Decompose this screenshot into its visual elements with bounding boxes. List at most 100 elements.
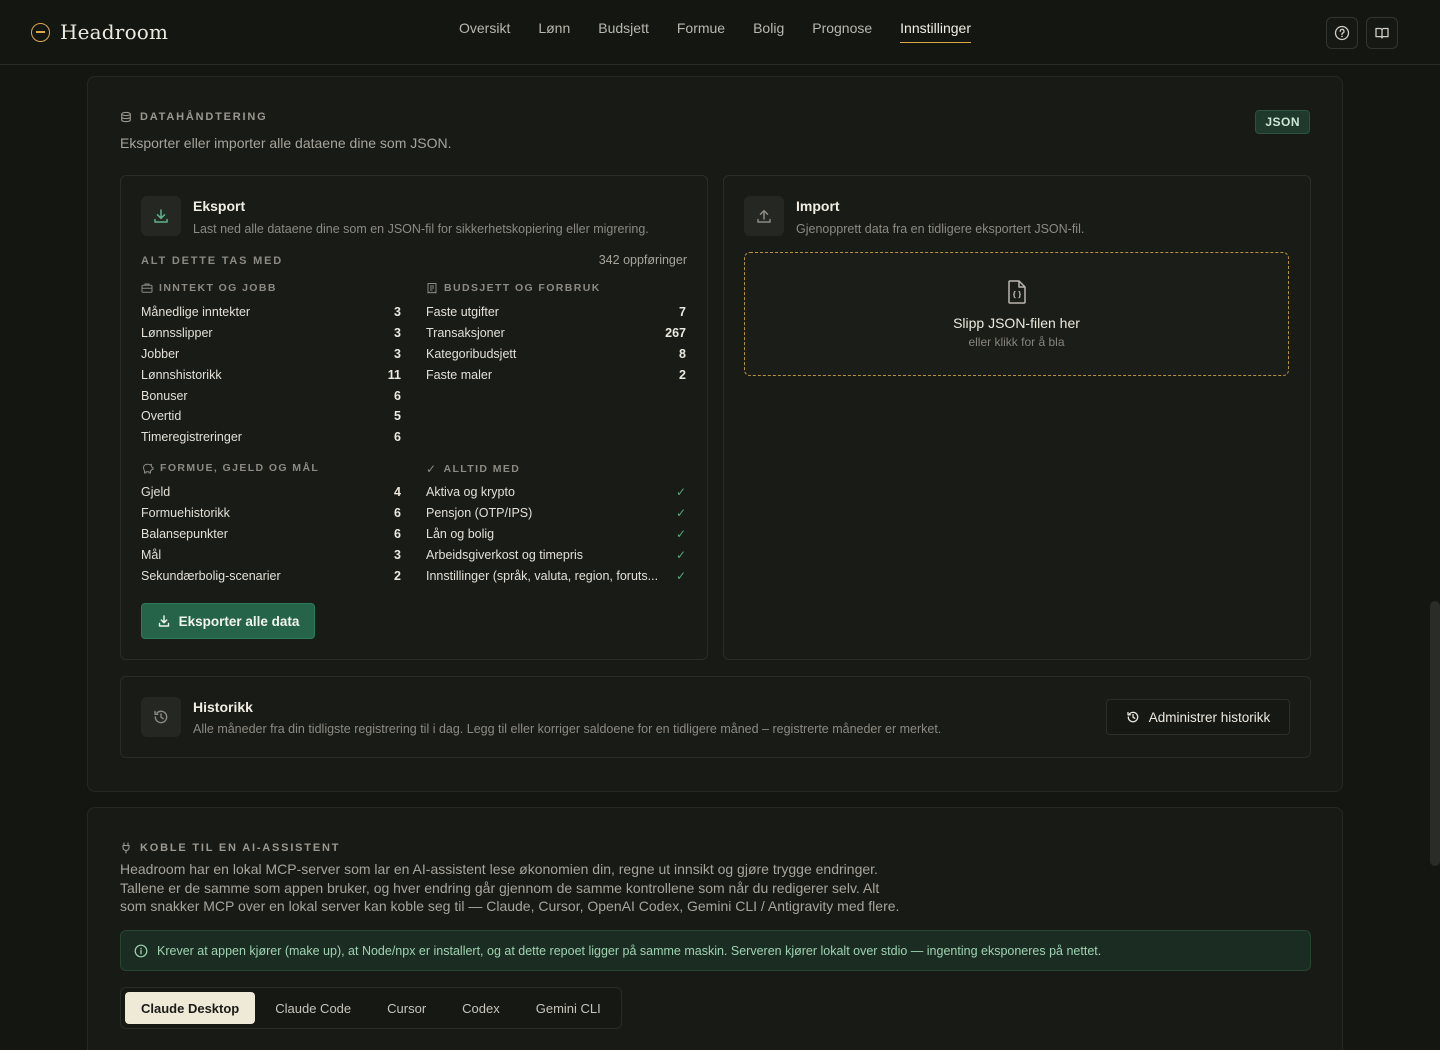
list-item-count: 4 <box>394 485 401 500</box>
nav-item-formue[interactable]: Formue <box>677 20 725 43</box>
list-item-label: Timeregistreringer <box>141 430 242 445</box>
nav-item-oversikt[interactable]: Oversikt <box>459 20 510 43</box>
list-item-count: 3 <box>394 326 401 341</box>
export-subtitle: Last ned alle dataene dine som en JSON-f… <box>193 222 649 236</box>
dropzone-subtitle: eller klikk for å bla <box>968 335 1065 349</box>
import-subtitle: Gjenopprett data fra en tidligere ekspor… <box>796 222 1085 236</box>
list-item-count: 11 <box>387 367 401 382</box>
list-item: Jobber 3 <box>141 344 401 365</box>
list-item-label: Overtid <box>141 409 182 424</box>
list-item: Formuehistorikk 6 <box>141 503 401 524</box>
export-all-button[interactable]: Eksporter alle data <box>141 603 315 639</box>
included-label: Alt dette tas med <box>141 255 284 267</box>
list-item: Pensjon (OTP/IPS) ✓ <box>426 503 686 524</box>
export-title: Eksport <box>193 198 246 214</box>
top-navigation-bar: Headroom Oversikt Lønn Budsjett Formue B… <box>0 0 1440 65</box>
list-item-label: Innstillinger (språk, valuta, region, fo… <box>426 568 659 583</box>
list-item-label: Balansepunkter <box>141 526 228 541</box>
list-item: Mål 3 <box>141 544 401 565</box>
list-item-label: Lønnshistorikk <box>141 367 222 382</box>
tab-codex[interactable]: Codex <box>446 992 516 1024</box>
data-management-section: Datahåndtering Eksporter eller importer … <box>87 76 1343 792</box>
ai-assistant-section: Koble til en AI-assistent Headroom har e… <box>87 807 1343 1050</box>
json-dropzone[interactable]: Slipp JSON-filen her eller klikk for å b… <box>744 252 1289 376</box>
list-item: Aktiva og krypto ✓ <box>426 482 686 503</box>
history-icon <box>154 710 168 724</box>
brand-logo-icon <box>31 22 50 42</box>
list-item: Transaksjoner 267 <box>426 323 686 344</box>
nav-item-budsjett[interactable]: Budsjett <box>598 20 649 43</box>
history-panel: Historikk Alle måneder fra din tidligste… <box>120 676 1311 758</box>
list-item-count: 6 <box>394 388 401 403</box>
list-item-label: Formuehistorikk <box>141 506 230 521</box>
nav-item-lonn[interactable]: Lønn <box>538 20 570 43</box>
check-icon: ✓ <box>675 506 686 521</box>
tab-claude-desktop[interactable]: Claude Desktop <box>125 992 256 1024</box>
list-item: Innstillinger (språk, valuta, region, fo… <box>426 565 686 586</box>
list-item-count: 2 <box>394 568 401 583</box>
section-description: Eksporter eller importer alle dataene di… <box>120 135 452 151</box>
list-item-label: Bonuser <box>141 388 188 403</box>
list-item-label: Gjeld <box>141 485 171 500</box>
group-budget-head: Budsjett og forbruk <box>426 282 601 294</box>
list-item: Balansepunkter 6 <box>141 524 401 545</box>
list-item-count: 5 <box>394 409 401 424</box>
export-panel: Eksport Last ned alle dataene dine som e… <box>120 175 708 660</box>
group-wealth-head: Formue, gjeld og mål <box>141 462 319 474</box>
check-icon: ✓ <box>426 462 438 476</box>
nav-item-bolig[interactable]: Bolig <box>753 20 784 43</box>
check-icon: ✓ <box>675 547 686 562</box>
database-icon <box>121 111 131 123</box>
nav-item-innstillinger[interactable]: Innstillinger <box>900 20 971 43</box>
list-item-label: Lån og bolig <box>426 526 495 541</box>
check-icon: ✓ <box>675 485 686 500</box>
ai-kicker-label: Koble til en AI-assistent <box>140 842 341 854</box>
ai-section-kicker: Koble til en AI-assistent <box>120 842 340 854</box>
history-subtitle: Alle måneder fra din tidligste registrer… <box>193 722 942 736</box>
group-always-head: ✓ Alltid med <box>426 462 521 476</box>
list-item: Lån og bolig ✓ <box>426 524 686 545</box>
brand[interactable]: Headroom <box>31 20 168 44</box>
history-panel-icon <box>141 697 181 737</box>
list-item-label: Lønnsslipper <box>141 326 213 341</box>
brand-name: Headroom <box>60 20 169 44</box>
nav-item-prognose[interactable]: Prognose <box>812 20 872 43</box>
list-item-label: Jobber <box>141 346 180 361</box>
help-icon <box>1334 25 1350 41</box>
tab-cursor[interactable]: Cursor <box>371 992 442 1024</box>
list-item: Kategoribudsjett 8 <box>426 344 686 365</box>
briefcase-icon <box>141 283 153 293</box>
list-item-count: 6 <box>394 430 401 445</box>
list-item: Sekundærbolig-scenarier 2 <box>141 565 401 586</box>
import-title: Import <box>796 198 840 214</box>
json-file-icon <box>1008 280 1026 304</box>
list-item-count: 3 <box>394 305 401 320</box>
list-item: Arbeidsgiverkost og timepris ✓ <box>426 544 686 565</box>
help-button[interactable] <box>1326 17 1358 49</box>
plug-icon <box>122 842 130 854</box>
check-icon: ✓ <box>675 526 686 541</box>
list-item-count: 8 <box>679 346 686 361</box>
info-icon <box>134 944 148 957</box>
list-item-count: 6 <box>394 526 401 541</box>
list-item-label: Transaksjoner <box>426 326 505 341</box>
list-item: Timeregistreringer 6 <box>141 427 401 448</box>
download-icon <box>154 209 168 223</box>
section-kicker: Datahåndtering <box>120 111 267 123</box>
page-scrollbar[interactable] <box>1430 601 1440 866</box>
tab-claude-code[interactable]: Claude Code <box>259 992 367 1024</box>
group-income-head: Inntekt og jobb <box>141 282 277 294</box>
json-badge: JSON <box>1255 110 1310 134</box>
list-item: Faste utgifter 7 <box>426 302 686 323</box>
tab-gemini-cli[interactable]: Gemini CLI <box>520 992 617 1024</box>
list-item-count: 6 <box>394 506 401 521</box>
list-item: Gjeld 4 <box>141 482 401 503</box>
client-tabs: Claude Desktop Claude Code Cursor Codex … <box>120 987 622 1029</box>
download-icon <box>158 615 169 627</box>
list-item-label: Sekundærbolig-scenarier <box>141 568 281 583</box>
list-item-label: Månedlige inntekter <box>141 305 251 320</box>
list-item-label: Kategoribudsjett <box>426 346 517 361</box>
manage-history-button[interactable]: Administrer historikk <box>1106 699 1290 735</box>
docs-button[interactable] <box>1366 17 1398 49</box>
list-item-count: 2 <box>679 367 686 382</box>
